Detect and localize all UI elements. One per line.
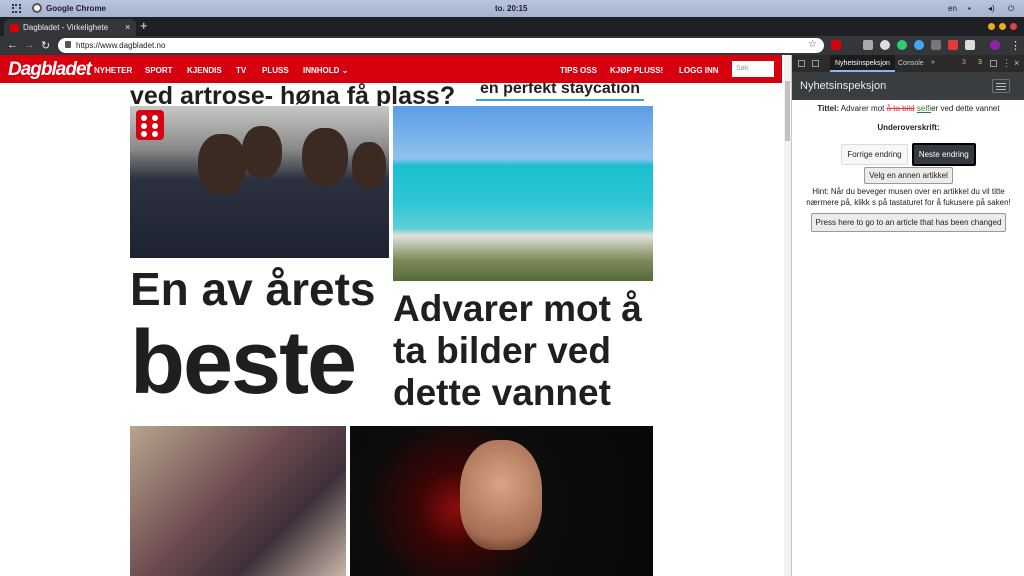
article-image-mother-and-baby[interactable] [130, 426, 346, 576]
url-text[interactable]: https://www.dagbladet.no [76, 41, 165, 50]
removed-text: å ta bild [886, 104, 915, 113]
nav-sport[interactable]: SPORT [145, 66, 173, 75]
more-tabs-icon[interactable]: » [931, 59, 935, 66]
close-devtools-icon[interactable]: × [1014, 58, 1019, 68]
apps-grid-icon[interactable] [12, 4, 21, 13]
new-tab-icon[interactable]: + [140, 18, 148, 33]
profile-avatar[interactable] [990, 40, 1000, 50]
devtools-panel: Nyhetsinspeksjon Console » 3 3 ⋮ × Nyhet… [791, 55, 1024, 576]
hint-text: Hint: Når du beveger musen over en artik… [806, 187, 1011, 207]
subheading-label: Underoverskrift: [877, 123, 940, 132]
extension-news-icon[interactable] [831, 40, 841, 50]
os-top-bar: Google Chrome to. 20:15 en ▪ ◂) ⏻ [0, 0, 1024, 17]
extension-icon[interactable] [880, 40, 890, 50]
added-text: selfi [916, 104, 932, 113]
dagbladet-pluss-dice-icon [136, 110, 164, 140]
tab-title: Dagbladet - Virkelighete [23, 23, 109, 32]
back-icon[interactable]: ← [7, 39, 18, 51]
nav-kjop-pluss[interactable]: KJØP PLUSS! [610, 66, 663, 75]
volume-icon[interactable]: ◂) [988, 4, 995, 13]
extension-icon[interactable] [948, 40, 958, 50]
site-search-input[interactable]: Søk [732, 61, 774, 77]
staycation-headline[interactable]: en perfekt staycation [476, 80, 645, 101]
lock-icon [65, 41, 71, 48]
page-scrollbar[interactable] [784, 55, 791, 576]
site-logo[interactable]: Dagbladet [8, 59, 92, 81]
nav-pluss[interactable]: PLUSS [262, 66, 289, 75]
person-face [198, 134, 246, 194]
nav-kjendis[interactable]: KJENDIS [187, 66, 222, 75]
headline-advarer[interactable]: Advarer mot å ta bilder ved dette vannet [393, 288, 658, 415]
dagbladet-favicon-icon [10, 24, 19, 32]
extension-icon[interactable] [863, 40, 873, 50]
headline-part-2: beste [130, 313, 357, 413]
tab-strip: Dagbladet - Virkelighete × [0, 17, 1024, 36]
hamburger-menu-icon[interactable] [992, 79, 1010, 93]
nav-logg-inn[interactable]: LOGG INN [679, 66, 719, 75]
bookmark-star-icon[interactable]: ☆ [808, 39, 817, 50]
title-prefix: Advarer mot [840, 104, 885, 113]
nav-tv[interactable]: TV [236, 66, 246, 75]
devtools-tabbar: Nyhetsinspeksjon Console » 3 3 ⋮ × [792, 55, 1024, 72]
devtools-menu-icon[interactable]: ⋮ [1002, 58, 1011, 69]
power-icon[interactable]: ⏻ [1008, 4, 1014, 14]
next-change-button[interactable]: Neste endring [911, 143, 976, 166]
chrome-icon [32, 3, 42, 13]
footballer-face [460, 440, 542, 550]
reload-icon[interactable]: ↻ [41, 39, 50, 52]
tab-nyhetsinspeksjon[interactable]: Nyhetsinspeksjon [830, 55, 895, 72]
person-face [242, 126, 282, 178]
title-diff: Tittel: Advarer mot å ta bild selfier ve… [792, 103, 1024, 114]
settings-gear-icon[interactable] [990, 60, 997, 67]
extension-icon[interactable] [914, 40, 924, 50]
extension-icon[interactable] [897, 40, 907, 50]
device-toolbar-icon[interactable] [812, 60, 819, 67]
title-suffix: er ved dette vannet [931, 104, 1000, 113]
active-app-name: Google Chrome [46, 4, 107, 13]
headline-part-1: En av årets [130, 263, 376, 315]
forward-icon[interactable]: → [24, 39, 35, 51]
extension-icon[interactable] [931, 40, 941, 50]
nav-tips-oss[interactable]: TIPS OSS [560, 66, 597, 75]
inspect-element-icon[interactable] [798, 60, 805, 67]
article-image-turquoise-lake[interactable] [393, 106, 653, 281]
warning-count[interactable]: 3 [978, 59, 982, 66]
previous-change-button[interactable]: Forrige endring [841, 144, 908, 165]
minimize-window-icon[interactable] [988, 23, 995, 30]
person-face [352, 142, 386, 190]
tittel-label: Tittel: [817, 104, 840, 113]
change-navigation: Forrige endring Neste endring [792, 143, 1024, 166]
extension-icon[interactable] [965, 40, 975, 50]
maximize-window-icon[interactable] [999, 23, 1006, 30]
choose-article-button[interactable]: Velg en annen artikkel [864, 167, 953, 184]
chrome-menu-icon[interactable]: ⋮ [1010, 39, 1021, 52]
article-image-footballer[interactable] [350, 426, 653, 576]
scrollbar-thumb[interactable] [785, 81, 790, 141]
error-count[interactable]: 3 [962, 59, 966, 66]
article-image-men-in-suits[interactable] [130, 106, 389, 258]
inspection-content: Tittel: Advarer mot å ta bild selfier ve… [792, 100, 1024, 232]
extension-title: Nyhetsinspeksjon [800, 80, 887, 92]
close-tab-icon[interactable]: × [125, 22, 130, 32]
network-icon[interactable]: ▪ [968, 4, 971, 13]
site-navigation: Dagbladet NYHETER SPORT KJENDIS TV PLUSS… [0, 55, 782, 83]
go-to-changed-article-button[interactable]: Press here to go to an article that has … [810, 213, 1007, 232]
nav-innhold[interactable]: INNHOLD ⌄ [303, 66, 348, 75]
person-face [302, 128, 348, 186]
close-window-icon[interactable] [1010, 23, 1017, 30]
keyboard-language[interactable]: en [948, 4, 957, 13]
headline-en-av-arets-beste[interactable]: En av årets beste [130, 266, 385, 408]
tab-console[interactable]: Console [898, 60, 924, 67]
nav-nyheter[interactable]: NYHETER [94, 66, 132, 75]
address-bar[interactable]: https://www.dagbladet.no ☆ [58, 38, 824, 53]
browser-tab[interactable]: Dagbladet - Virkelighete × [4, 19, 136, 36]
clock[interactable]: to. 20:15 [495, 4, 527, 13]
extension-header: Nyhetsinspeksjon [792, 72, 1024, 100]
